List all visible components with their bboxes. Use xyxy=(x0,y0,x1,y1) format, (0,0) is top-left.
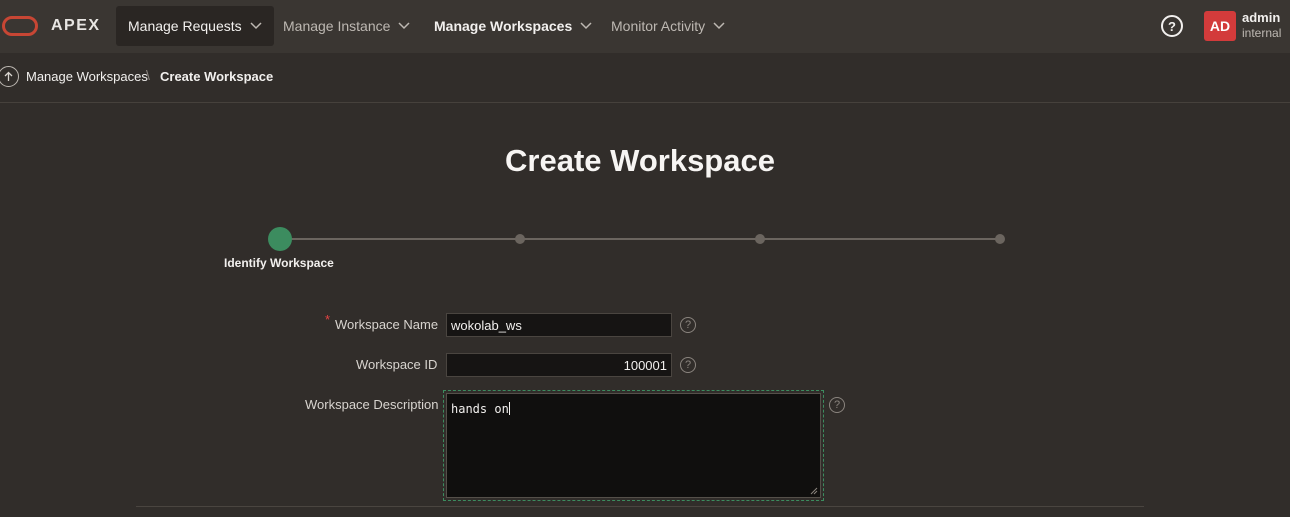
wizard-step-label: Identify Workspace xyxy=(224,256,334,270)
workspace-name-label: Workspace Name xyxy=(335,317,439,332)
workspace-name-input[interactable]: wokolab_ws xyxy=(446,313,672,337)
workspace-description-label: Workspace Description xyxy=(305,397,439,412)
wizard-step-3 xyxy=(755,234,765,244)
nav-label: Manage Workspaces xyxy=(434,18,573,34)
help-icon[interactable]: ? xyxy=(680,357,696,373)
avatar[interactable]: AD xyxy=(1204,11,1236,41)
wizard-step-1-current xyxy=(268,227,292,251)
divider xyxy=(136,506,1144,507)
user-name[interactable]: admin xyxy=(1242,10,1280,25)
arrow-up-icon[interactable] xyxy=(0,66,19,87)
text-caret xyxy=(508,402,510,415)
nav-monitor-activity[interactable]: Monitor Activity xyxy=(599,6,737,46)
wizard-step-4 xyxy=(995,234,1005,244)
breadcrumb-link-manage-workspaces[interactable]: Manage Workspaces xyxy=(26,69,148,84)
breadcrumb: Manage Workspaces \ Create Workspace xyxy=(0,53,1290,103)
chevron-down-icon xyxy=(398,22,410,30)
workspace-id-label: Workspace ID xyxy=(356,357,438,372)
chevron-down-icon xyxy=(580,22,592,30)
help-icon[interactable]: ? xyxy=(1161,15,1183,37)
workspace-id-input[interactable]: 100001 xyxy=(446,353,672,377)
required-marker: * xyxy=(325,312,331,327)
user-workspace: internal xyxy=(1242,26,1282,40)
nav-label: Manage Instance xyxy=(283,18,391,34)
chevron-down-icon xyxy=(250,22,262,30)
oracle-logo-icon[interactable] xyxy=(2,16,38,36)
nav-manage-workspaces[interactable]: Manage Workspaces xyxy=(422,6,604,46)
help-icon[interactable]: ? xyxy=(829,397,845,413)
breadcrumb-separator: \ xyxy=(146,67,150,83)
nav-label: Manage Requests xyxy=(128,18,242,34)
wizard-step-2 xyxy=(515,234,525,244)
workspace-description-textarea[interactable]: hands on xyxy=(446,393,821,498)
brand-name[interactable]: APEX xyxy=(51,17,101,35)
chevron-down-icon xyxy=(713,22,725,30)
wizard-progress-track xyxy=(280,238,1000,240)
textarea-value: hands on xyxy=(451,402,509,416)
workspace-description-focus-ring: hands on xyxy=(443,390,824,501)
top-nav-bar: APEX Manage Requests Manage Instance Man… xyxy=(0,0,1290,53)
nav-manage-instance[interactable]: Manage Instance xyxy=(271,6,422,46)
nav-label: Monitor Activity xyxy=(611,18,706,34)
help-icon[interactable]: ? xyxy=(680,317,696,333)
page-title: Create Workspace xyxy=(505,143,775,178)
breadcrumb-current: Create Workspace xyxy=(160,69,274,84)
resize-handle-icon[interactable] xyxy=(808,485,818,495)
nav-manage-requests[interactable]: Manage Requests xyxy=(116,6,274,46)
